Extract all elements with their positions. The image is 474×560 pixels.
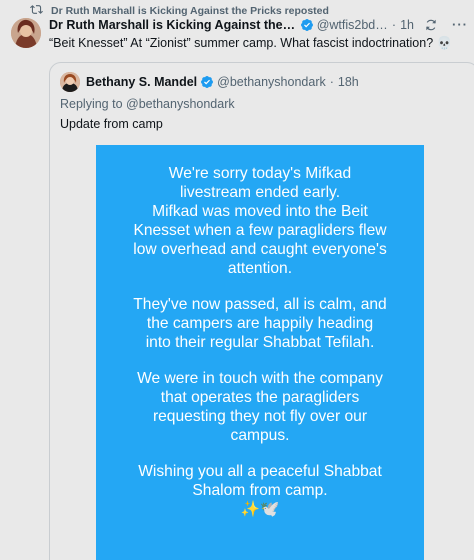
quoted-tweet[interactable]: Bethany S. Mandel @bethanyshondark · 18h… xyxy=(49,62,474,560)
quote-author-name[interactable]: Bethany S. Mandel xyxy=(86,75,197,89)
image-text-line: attention. xyxy=(227,260,293,277)
verified-badge-icon xyxy=(300,18,314,32)
image-text-line: low overhead and caught everyone's xyxy=(133,241,387,258)
verified-badge-icon xyxy=(200,75,214,89)
timestamp[interactable]: 1h xyxy=(400,18,414,32)
quote-text: Update from camp xyxy=(60,117,163,131)
replying-to: Replying to @bethanyshondark xyxy=(60,97,235,111)
tweet-author-line: Dr Ruth Marshall is Kicking Against the … xyxy=(49,17,468,32)
attached-image[interactable]: We're sorry today's Mifkad livestream en… xyxy=(96,145,424,560)
image-paragraph-1: We're sorry today's Mifkad livestream en… xyxy=(96,164,424,278)
image-text-line: livestream ended early. xyxy=(179,184,341,201)
sync-icon[interactable] xyxy=(424,18,438,32)
image-text-line: requesting they not fly over our xyxy=(152,408,368,425)
image-text-line: They've now passed, all is calm, and xyxy=(133,296,387,313)
image-paragraph-3: We were in touch with the company that o… xyxy=(96,369,424,445)
image-paragraph-4: Wishing you all a peaceful Shabbat Shalo… xyxy=(96,462,424,519)
separator-dot: · xyxy=(391,17,397,32)
quote-timestamp[interactable]: 18h xyxy=(338,75,359,89)
image-text-line: We were in touch with the company xyxy=(137,370,383,387)
image-text-line: into their regular Shabbat Tefilah. xyxy=(145,334,375,351)
image-text-line: campus. xyxy=(230,427,290,444)
image-text-line: ✨🕊️ xyxy=(240,501,280,518)
image-text-line: Mifkad was moved into the Beit xyxy=(152,203,368,220)
tweet[interactable]: Dr Ruth Marshall is Kicking Against the … xyxy=(0,16,474,50)
image-text-line: the campers are happily heading xyxy=(146,315,374,332)
image-text-line: Wishing you all a peaceful Shabbat xyxy=(138,463,382,480)
tweet-text: “Beit Knesset” At “Zionist” summer camp.… xyxy=(49,36,453,50)
separator-dot: · xyxy=(329,75,334,89)
quote-author-line: Bethany S. Mandel @bethanyshondark · 18h xyxy=(60,72,359,92)
image-text-line: that operates the paragliders xyxy=(160,389,360,406)
avatar[interactable] xyxy=(60,72,80,92)
avatar[interactable] xyxy=(11,18,41,48)
image-text-line: We're sorry today's Mifkad xyxy=(168,165,352,182)
replying-handle-link[interactable]: @bethanyshondark xyxy=(126,97,235,111)
more-options-icon[interactable]: ··· xyxy=(452,17,468,32)
author-handle[interactable]: @wtfis2bdo... xyxy=(317,18,388,32)
quote-author-handle[interactable]: @bethanyshondark xyxy=(217,75,326,89)
replying-prefix: Replying to xyxy=(60,97,123,111)
image-paragraph-2: They've now passed, all is calm, and the… xyxy=(96,295,424,352)
image-text-line: Shalom from camp. xyxy=(192,482,328,499)
author-name[interactable]: Dr Ruth Marshall is Kicking Against the … xyxy=(49,18,297,32)
image-text-line: Knesset when a few paragliders flew xyxy=(133,222,387,239)
